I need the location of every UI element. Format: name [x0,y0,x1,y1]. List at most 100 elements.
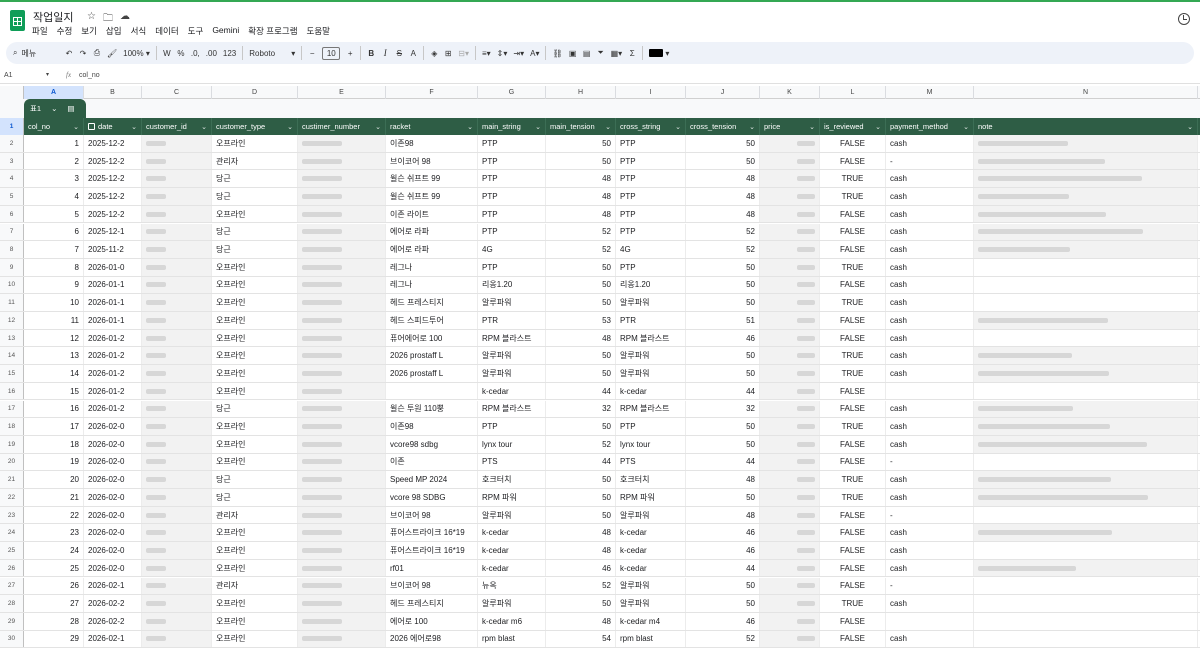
cell-racket[interactable]: 에어로 라파 [386,241,478,258]
cell-racket[interactable]: 이존 [386,453,478,471]
cell-mt[interactable]: 50 [546,418,616,435]
cell-ct[interactable]: 52 [686,241,760,258]
row-number[interactable]: 17 [0,400,24,418]
cell-note[interactable] [974,152,1198,170]
cell-price[interactable] [760,435,820,453]
cell-racket[interactable]: vcore 98 SDBG [386,489,478,506]
cell-type[interactable]: 오프라인 [212,329,298,347]
zoom-select[interactable]: 100% ▾ [120,44,153,62]
insert-chart-icon[interactable]: ▤ [580,44,594,62]
menu-item[interactable]: 확장 프로그램 [248,25,297,37]
cell-cs[interactable]: RPM 블라스트 [616,329,686,347]
cell-racket[interactable]: 헤드 프레스티지 [386,595,478,612]
cell-cnum[interactable] [298,188,386,205]
cell-rev[interactable]: TRUE [820,471,886,488]
cell-cid[interactable] [142,152,212,170]
cell-rev[interactable]: FALSE [820,223,886,241]
cell-type[interactable]: 오프라인 [212,453,298,471]
chevron-down-icon[interactable]: ⌄ [375,123,381,131]
chevron-down-icon[interactable]: ⌄ [535,123,541,131]
cell-cnum[interactable] [298,382,386,400]
cell-ms[interactable]: 알루파워 [478,365,546,382]
increase-decimal-button[interactable]: .00 [203,44,220,62]
cell-ms[interactable]: PTS [478,453,546,471]
cell-mt[interactable]: 52 [546,241,616,258]
row-number[interactable]: 26 [0,559,24,577]
cell-type[interactable]: 오프라인 [212,612,298,630]
cell-cnum[interactable] [298,471,386,488]
header-cell[interactable]: main_tension ⌄ [546,118,616,135]
cell-cid[interactable] [142,524,212,542]
cell-type[interactable]: 당근 [212,400,298,418]
font-size-increase-button[interactable]: + [343,44,357,62]
row-number[interactable]: 30 [0,630,24,648]
header-cell[interactable]: cross_tension ⌄ [686,118,760,135]
cell-cs[interactable]: 알루파워 [616,365,686,382]
row-number[interactable]: 22 [0,489,24,506]
cell-col_no[interactable]: 18 [24,435,84,453]
row-number[interactable]: 5 [0,188,24,205]
table-name-chip[interactable]: 표1 ⌄ ▤ [24,99,86,118]
cell-type[interactable]: 오프라인 [212,435,298,453]
cell-date[interactable]: 2026-02-2 [84,595,142,612]
cell-price[interactable] [760,489,820,506]
cell-ct[interactable]: 46 [686,612,760,630]
row-number[interactable]: 4 [0,170,24,188]
cell-rev[interactable]: TRUE [820,294,886,311]
cell-date[interactable]: 2026-02-2 [84,612,142,630]
cell-date[interactable]: 2026-01-2 [84,347,142,365]
cell-cs[interactable]: k-cedar [616,542,686,559]
cell-cs[interactable]: 4G [616,241,686,258]
cell-cnum[interactable] [298,258,386,276]
cell-pay[interactable]: cash [886,489,974,506]
row-number[interactable]: 27 [0,577,24,595]
cell-ct[interactable]: 44 [686,382,760,400]
cell-cs[interactable]: RPM 파워 [616,489,686,506]
cell-mt[interactable]: 44 [546,382,616,400]
cell-cid[interactable] [142,312,212,329]
cell-cid[interactable] [142,241,212,258]
cell-ct[interactable]: 52 [686,223,760,241]
cell-cid[interactable] [142,329,212,347]
cell-ct[interactable]: 50 [686,595,760,612]
column-header[interactable]: F [386,86,478,99]
cell-racket[interactable]: rf01 [386,559,478,577]
cell-date[interactable]: 2026-01-2 [84,329,142,347]
cell-ms[interactable]: RPM 블라스트 [478,329,546,347]
cell-rev[interactable]: FALSE [820,559,886,577]
cell-col_no[interactable]: 20 [24,471,84,488]
cell-ct[interactable]: 50 [686,418,760,435]
cell-cnum[interactable] [298,506,386,524]
cell-rev[interactable]: TRUE [820,418,886,435]
cell-col_no[interactable]: 5 [24,205,84,223]
cell-mt[interactable]: 48 [546,170,616,188]
column-header[interactable]: J [686,86,760,99]
cell-cid[interactable] [142,223,212,241]
cell-cs[interactable]: 알루파워 [616,577,686,595]
cell-pay[interactable]: cash [886,223,974,241]
cell-note[interactable] [974,595,1198,612]
cell-rev[interactable]: FALSE [820,506,886,524]
column-header[interactable]: K [760,86,820,99]
cell-pay[interactable]: cash [886,170,974,188]
cell-note[interactable] [974,382,1198,400]
cell-price[interactable] [760,223,820,241]
cell-price[interactable] [760,524,820,542]
cell-racket[interactable]: 헤드 프레스티지 [386,294,478,311]
cell-ct[interactable]: 50 [686,294,760,311]
cell-col_no[interactable]: 15 [24,382,84,400]
cell-date[interactable]: 2026-02-1 [84,630,142,648]
cell-date[interactable]: 2026-02-0 [84,559,142,577]
cell-cid[interactable] [142,276,212,294]
cell-cs[interactable]: PTP [616,418,686,435]
cell-cnum[interactable] [298,542,386,559]
header-cell[interactable]: payment_method ⌄ [886,118,974,135]
cell-ct[interactable]: 48 [686,170,760,188]
functions-button[interactable]: Σ [625,44,639,62]
document-title[interactable]: 작업일지 [33,9,73,25]
cell-cs[interactable]: PTP [616,223,686,241]
cell-ct[interactable]: 46 [686,329,760,347]
cell-cid[interactable] [142,453,212,471]
cell-pay[interactable]: cash [886,400,974,418]
cell-type[interactable]: 당근 [212,223,298,241]
